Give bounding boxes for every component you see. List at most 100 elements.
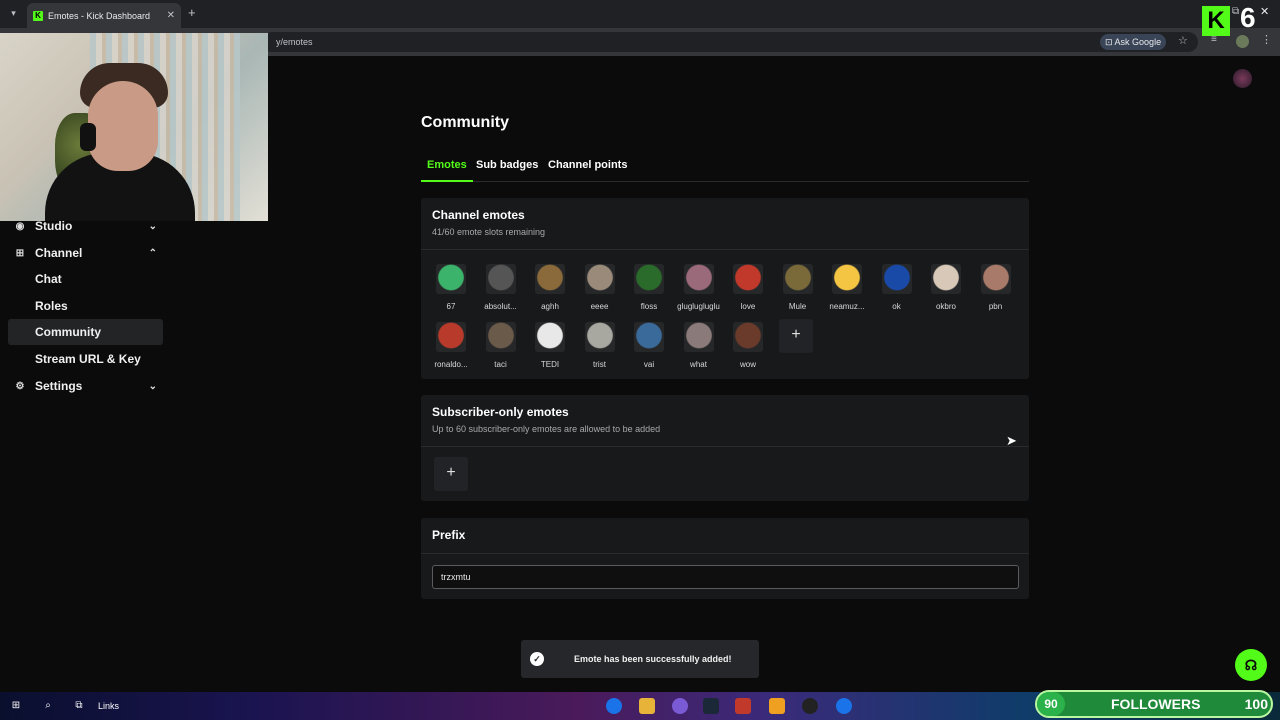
emote-name: wow	[739, 360, 756, 369]
url-text: y/emotes	[276, 37, 313, 47]
steam-icon[interactable]	[703, 698, 719, 714]
video-app-icon[interactable]	[735, 698, 751, 714]
chevron-down-icon[interactable]: ▾	[6, 6, 21, 21]
emote-name: taci	[494, 360, 507, 369]
emote-name: ok	[892, 302, 901, 311]
card-title: Channel emotes	[432, 208, 525, 222]
emote-item[interactable]: wow	[726, 322, 770, 369]
emote-item[interactable]: TEDI	[528, 322, 572, 369]
emote-item[interactable]: neamuz...	[825, 264, 869, 311]
emote-name: vai	[643, 360, 655, 369]
chrome-alt-icon[interactable]	[836, 698, 852, 714]
support-chat-button[interactable]: ☊	[1235, 649, 1267, 681]
emote-item[interactable]: taci	[479, 322, 523, 369]
app-icon[interactable]	[769, 698, 785, 714]
emote-image	[782, 264, 813, 294]
card-title: Subscriber-only emotes	[432, 405, 569, 419]
emote-item[interactable]: trist	[578, 322, 622, 369]
emote-item[interactable]: aghh	[528, 264, 572, 311]
tab-sub-badges[interactable]: Sub badges	[476, 159, 538, 182]
followers-goal: 100	[1244, 696, 1268, 712]
sidebar-item-chat[interactable]: Chat	[8, 266, 163, 292]
emote-item[interactable]: ronaldo...	[429, 322, 473, 369]
tab-channel-points[interactable]: Channel points	[548, 159, 627, 182]
emote-name: pbn	[988, 302, 1003, 311]
overlay-counter: 6	[1240, 2, 1256, 33]
search-icon[interactable]: ⌕	[40, 698, 56, 714]
emote-name: neamuz...	[829, 302, 865, 311]
emote-item[interactable]: vai	[627, 322, 671, 369]
toast-message: Emote has been successfully added!	[574, 654, 732, 664]
bookmark-star-icon[interactable]: ☆	[1178, 34, 1188, 47]
emote-item[interactable]: okbro	[924, 264, 968, 311]
emote-image	[485, 264, 516, 294]
new-tab-button[interactable]: +	[188, 5, 196, 20]
restore-window-icon[interactable]: ⧉	[1232, 6, 1239, 17]
user-avatar[interactable]	[1233, 69, 1252, 88]
emote-name: okbro	[935, 302, 956, 311]
address-bar[interactable]: y/emotes	[262, 32, 1198, 52]
sidebar-item-channel[interactable]: ⊞ Channel ⌃	[8, 240, 163, 266]
emote-item[interactable]: floss	[627, 264, 671, 311]
emote-image	[535, 322, 565, 352]
emote-item[interactable]: gluglugluglu	[677, 264, 721, 311]
success-toast: ✓ Emote has been successfully added!	[521, 640, 759, 678]
chrome-icon[interactable]	[606, 698, 622, 714]
emote-name: trist	[593, 360, 606, 369]
emote-item[interactable]: what	[677, 322, 721, 369]
emote-item[interactable]: 67	[429, 264, 473, 311]
tab-emotes[interactable]: Emotes	[421, 159, 473, 182]
windows-start-icon[interactable]: ⊞	[8, 698, 24, 714]
emote-image	[485, 322, 516, 352]
ask-google-button[interactable]: ⊡ Ask Google	[1100, 34, 1167, 50]
chevron-down-icon: ⌄	[148, 220, 157, 232]
task-view-icon[interactable]: ⧉	[71, 698, 87, 714]
subscriber-emotes-card: Subscriber-only emotes Up to 60 subscrib…	[421, 395, 1029, 501]
followers-goal-widget: 90 FOLLOWERS 100	[1035, 690, 1273, 718]
emote-slots-remaining: 41/60 emote slots remaining	[432, 227, 546, 237]
chevron-down-icon: ⌄	[148, 380, 157, 392]
chevron-up-icon: ⌃	[148, 247, 157, 259]
studio-icon: ◉	[15, 220, 25, 232]
kick-favicon-icon: K	[33, 10, 43, 21]
prefix-card: Prefix	[421, 518, 1029, 599]
emote-name: 67	[446, 302, 456, 311]
emote-item[interactable]: eeee	[578, 264, 622, 311]
sidebar-item-community[interactable]: Community	[8, 319, 163, 345]
sidebar-item-stream-url[interactable]: Stream URL & Key	[8, 346, 163, 372]
sidebar-item-studio[interactable]: ◉ Studio ⌄	[8, 213, 163, 239]
emote-item[interactable]: love	[726, 264, 770, 311]
emote-image	[832, 264, 862, 294]
add-subscriber-emote-button[interactable]: +	[434, 457, 468, 491]
close-window-icon[interactable]: ✕	[1260, 5, 1269, 18]
prefix-input[interactable]	[432, 565, 1019, 589]
emote-item[interactable]: absolut...	[479, 264, 523, 311]
emote-image	[436, 322, 466, 352]
emote-item[interactable]: ok	[875, 264, 919, 311]
emote-image	[733, 322, 763, 352]
sidebar-item-settings[interactable]: ⚙ Settings ⌄	[8, 373, 163, 399]
taskbar-links[interactable]: Links	[98, 701, 119, 711]
channel-emotes-card: Channel emotes 41/60 emote slots remaini…	[421, 198, 1029, 379]
emote-item[interactable]: pbn	[974, 264, 1018, 311]
mouse-cursor-icon: ➤	[1006, 433, 1017, 448]
emote-name: absolut...	[484, 302, 517, 311]
community-tabs: Emotes Sub badges Channel points	[421, 156, 1029, 182]
close-tab-icon[interactable]: ✕	[167, 10, 175, 21]
profile-avatar[interactable]	[1236, 35, 1249, 48]
browser-menu-icon[interactable]: ⋮	[1261, 33, 1272, 46]
check-icon: ✓	[530, 652, 544, 666]
sidebar-item-roles[interactable]: Roles	[8, 293, 163, 319]
gear-icon: ⚙	[15, 380, 25, 392]
add-emote-button[interactable]: +	[779, 319, 813, 353]
sidebar-item-label: Channel	[35, 246, 83, 260]
emote-image	[881, 264, 912, 294]
emote-name: TEDI	[540, 360, 560, 369]
emote-name: love	[740, 302, 756, 311]
file-explorer-icon[interactable]	[639, 698, 655, 714]
emote-item[interactable]: Mule	[776, 264, 820, 311]
game-icon[interactable]	[802, 698, 818, 714]
obs-icon[interactable]	[672, 698, 688, 714]
browser-tab[interactable]: K Emotes - Kick Dashboard ✕	[27, 3, 181, 28]
emote-image	[634, 264, 664, 294]
